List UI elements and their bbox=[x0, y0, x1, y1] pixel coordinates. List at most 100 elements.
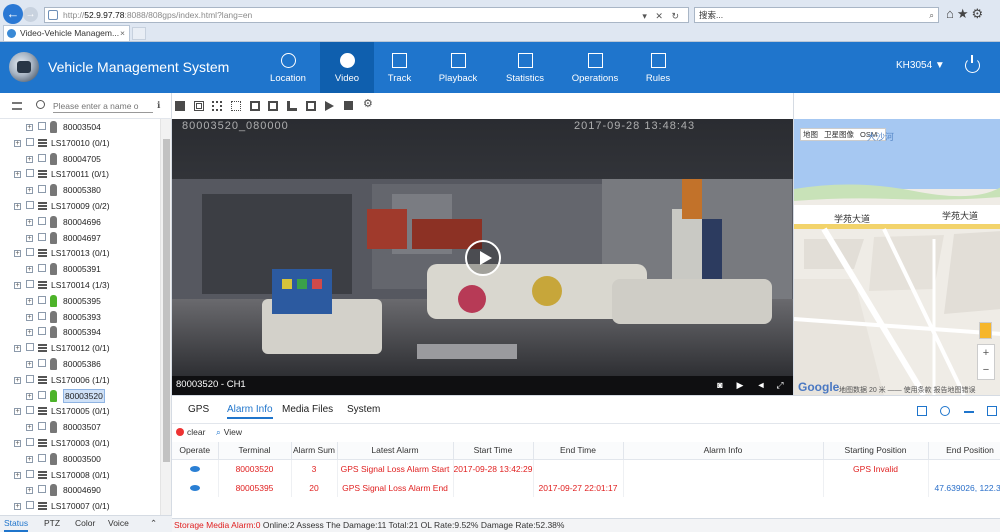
tab-ptz[interactable]: PTZ bbox=[44, 516, 60, 530]
tree-vehicle[interactable]: +80003500 bbox=[0, 451, 160, 467]
play-button-icon[interactable] bbox=[465, 240, 501, 276]
minimize-icon[interactable] bbox=[964, 411, 974, 413]
video-player[interactable]: 80003520_080000 2017-09-28 13:48:43 8000… bbox=[172, 119, 793, 395]
column-header[interactable]: Alarm Info bbox=[623, 442, 824, 460]
tree-vehicle[interactable]: +80005394 bbox=[0, 324, 160, 340]
forward-button[interactable]: → bbox=[23, 7, 38, 22]
tree-checkbox[interactable] bbox=[26, 201, 34, 209]
expand-icon[interactable]: + bbox=[14, 171, 21, 179]
tree-group[interactable]: + LS170008 (0/1) bbox=[0, 467, 160, 483]
tree-checkbox[interactable] bbox=[38, 327, 46, 336]
settings-gear-icon[interactable]: ⚙ bbox=[363, 99, 373, 110]
refresh-icon[interactable]: ▾ ✕ ↻ bbox=[642, 9, 682, 23]
expand-icon[interactable]: + bbox=[26, 361, 33, 368]
clear-button[interactable]: clear bbox=[176, 427, 205, 437]
street-view-pegman-icon[interactable] bbox=[979, 322, 992, 339]
home-star-gear-icons[interactable]: ⌂★⚙ bbox=[946, 6, 986, 22]
tree-checkbox[interactable] bbox=[26, 406, 34, 415]
layout-custom-icon[interactable] bbox=[250, 101, 260, 111]
expand-icon[interactable]: + bbox=[14, 408, 21, 416]
play-icon[interactable]: ▶ bbox=[735, 380, 745, 390]
table-row[interactable]: 80005395 20 GPS Signal Loss Alarm End 2017-… bbox=[172, 478, 1000, 497]
tree-group[interactable]: + LS170013 (0/1) bbox=[0, 245, 160, 261]
expand-icon[interactable]: + bbox=[26, 234, 33, 242]
zoom-in-icon[interactable]: + bbox=[978, 345, 994, 362]
maximize-icon[interactable] bbox=[987, 406, 997, 416]
expand-icon[interactable]: + bbox=[14, 250, 21, 258]
browser-search-input[interactable]: 搜索... ⌕ bbox=[694, 7, 939, 23]
layout-1-icon[interactable] bbox=[175, 101, 185, 111]
scrollbar-thumb[interactable] bbox=[163, 139, 170, 462]
expand-icon[interactable]: + bbox=[26, 313, 33, 321]
tab-gps[interactable]: GPS bbox=[188, 404, 209, 415]
column-header[interactable]: End Time bbox=[533, 442, 624, 460]
expand-icon[interactable]: + bbox=[26, 266, 33, 274]
nav-statistics[interactable]: Statistics bbox=[500, 42, 550, 93]
tree-group[interactable]: + LS170010 (0/1) bbox=[0, 135, 160, 151]
tree-vehicle[interactable]: +80004696 bbox=[0, 214, 160, 230]
expand-icon[interactable]: + bbox=[26, 487, 33, 495]
expand-icon[interactable]: + bbox=[26, 424, 33, 432]
tree-checkbox[interactable] bbox=[38, 485, 46, 494]
tree-checkbox[interactable] bbox=[38, 264, 46, 273]
tree-checkbox[interactable] bbox=[26, 438, 34, 446]
tree-group[interactable]: + LS170011 (0/1) bbox=[0, 166, 160, 182]
expand-icon[interactable]: + bbox=[14, 345, 21, 353]
tree-checkbox[interactable] bbox=[38, 185, 46, 194]
tree-checkbox[interactable] bbox=[38, 359, 46, 367]
expand-icon[interactable]: + bbox=[14, 203, 21, 210]
tree-checkbox[interactable] bbox=[26, 169, 34, 178]
new-tab-button[interactable] bbox=[132, 27, 146, 40]
tree-group[interactable]: + LS170006 (1/1) bbox=[0, 372, 160, 388]
expand-icon[interactable]: + bbox=[26, 329, 33, 337]
zoom-out-icon[interactable]: − bbox=[978, 362, 994, 379]
snapshot-icon[interactable]: ◙ bbox=[715, 380, 725, 390]
expand-icon[interactable]: + bbox=[26, 155, 33, 163]
layout-16-icon[interactable] bbox=[231, 101, 241, 111]
column-header[interactable]: Start Time bbox=[453, 442, 534, 460]
fullscreen-icon[interactable]: ⤢ bbox=[775, 380, 785, 390]
home-icon[interactable] bbox=[917, 406, 927, 416]
tree-checkbox[interactable] bbox=[38, 153, 46, 162]
tree-checkbox[interactable] bbox=[38, 216, 46, 225]
tab-color[interactable]: Color bbox=[75, 516, 95, 530]
column-header[interactable]: Latest Alarm bbox=[337, 442, 454, 460]
expand-icon[interactable]: + bbox=[26, 124, 33, 131]
tree-checkbox[interactable] bbox=[26, 248, 34, 257]
collapse-icon[interactable]: ⌃ bbox=[150, 516, 157, 530]
tree-vehicle[interactable]: +80005391 bbox=[0, 261, 160, 277]
expand-icon[interactable]: + bbox=[26, 455, 33, 463]
tree-group[interactable]: + LS170005 (0/1) bbox=[0, 403, 160, 419]
column-header[interactable]: End Position bbox=[928, 442, 1000, 460]
tab-alarm-info[interactable]: Alarm Info bbox=[227, 404, 273, 419]
tree-group[interactable]: + LS170014 (1/3) bbox=[0, 277, 160, 293]
tree-vehicle[interactable]: +80005386 bbox=[0, 356, 160, 372]
expand-icon[interactable]: + bbox=[14, 440, 21, 447]
view-button[interactable]: View bbox=[216, 427, 242, 438]
map-view[interactable]: 地图 卫星图像 OSM 大沙河 学苑大道 学苑大道 + − Google 地图数据 2… bbox=[793, 119, 1000, 395]
tree-checkbox[interactable] bbox=[38, 390, 46, 399]
eye-icon[interactable] bbox=[189, 465, 200, 472]
column-header[interactable]: Operate bbox=[172, 442, 219, 460]
table-row[interactable]: 80003520 3 GPS Signal Loss Alarm Start 2017… bbox=[172, 459, 1000, 478]
tree-checkbox[interactable] bbox=[26, 280, 34, 288]
tree-checkbox[interactable] bbox=[38, 122, 46, 130]
mute-icon[interactable]: ◄ bbox=[756, 380, 766, 390]
tab-system[interactable]: System bbox=[347, 404, 380, 415]
expand-icon[interactable]: + bbox=[14, 282, 21, 289]
tree-vehicle[interactable]: +80004690 bbox=[0, 482, 160, 498]
zoom-control[interactable]: + − bbox=[977, 344, 995, 380]
power-icon[interactable] bbox=[965, 55, 980, 73]
tree-vehicle[interactable]: +80003520 bbox=[0, 388, 160, 404]
nav-playback[interactable]: Playback bbox=[432, 42, 484, 93]
tree-checkbox[interactable] bbox=[26, 343, 34, 352]
tree-group[interactable]: + LS170012 (0/1) bbox=[0, 340, 160, 356]
tree-checkbox[interactable] bbox=[38, 232, 46, 241]
sidebar-scrollbar[interactable] bbox=[160, 119, 171, 518]
tree-vehicle[interactable]: +80005393 bbox=[0, 309, 160, 325]
layout-grid-icon[interactable] bbox=[268, 101, 278, 111]
list-icon[interactable] bbox=[12, 102, 22, 110]
tree-group[interactable]: + LS170009 (0/2) bbox=[0, 198, 160, 214]
expand-icon[interactable]: + bbox=[14, 503, 21, 511]
tab-voice[interactable]: Voice bbox=[108, 516, 129, 530]
